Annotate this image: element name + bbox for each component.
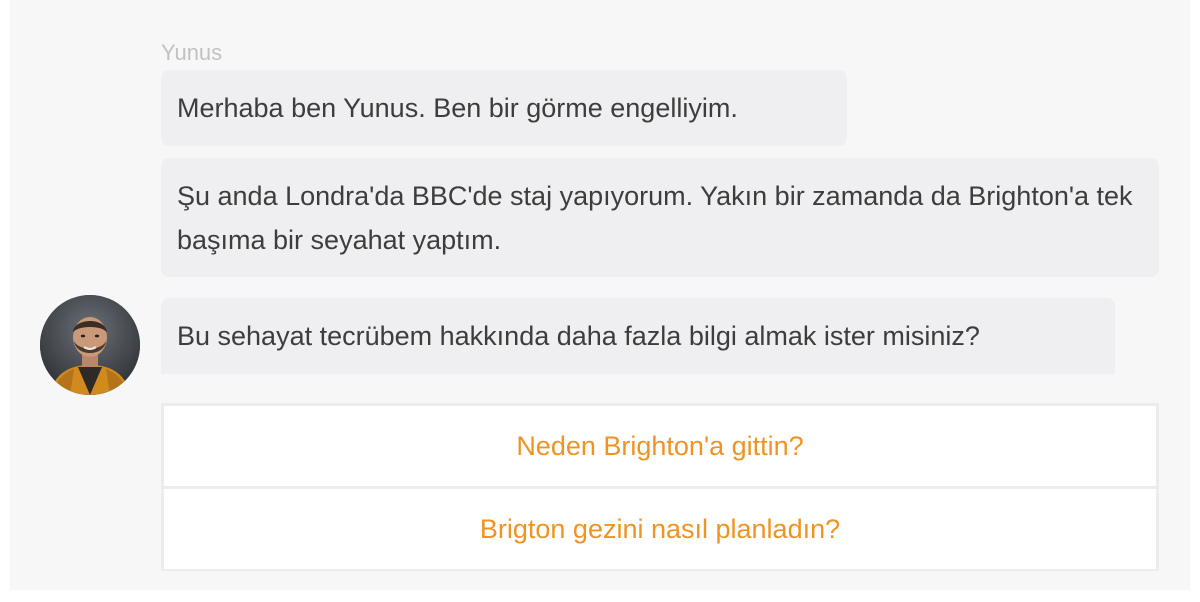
quick-reply-group: Neden Brighton'a gittin? Brigton gezini … <box>161 403 1159 571</box>
message-text: Şu anda Londra'da BBC'de staj yapıyorum.… <box>177 181 1133 255</box>
message-text: Bu sehayat tecrübem hakkında daha fazla … <box>177 321 980 351</box>
avatar <box>40 295 140 395</box>
message-text: Merhaba ben Yunus. Ben bir görme engelli… <box>177 93 738 123</box>
quick-reply-button[interactable]: Neden Brighton'a gittin? <box>164 406 1156 486</box>
quick-reply-button[interactable]: Brigton gezini nasıl planladın? <box>164 489 1156 569</box>
sender-name: Yunus <box>161 40 223 65</box>
message-bubble: Bu sehayat tecrübem hakkında daha fazla … <box>161 298 1115 374</box>
user-avatar-photo-icon <box>40 295 140 395</box>
message-bubble: Şu anda Londra'da BBC'de staj yapıyorum.… <box>161 158 1159 277</box>
message-bubble: Merhaba ben Yunus. Ben bir görme engelli… <box>161 70 847 146</box>
